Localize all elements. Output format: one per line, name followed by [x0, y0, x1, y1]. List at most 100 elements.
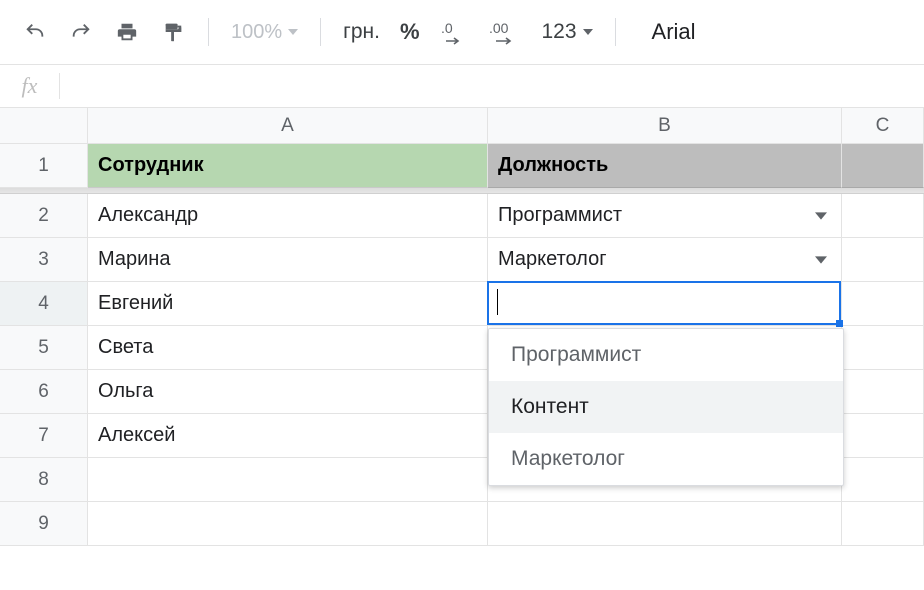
row-header-label: 9 — [38, 513, 49, 535]
cell-c1[interactable] — [842, 144, 924, 188]
row-header[interactable]: 4 — [0, 282, 88, 326]
paint-format-icon — [162, 21, 184, 43]
cell-b3[interactable]: Маркетолог — [488, 238, 842, 282]
dropdown-option[interactable]: Контент — [489, 381, 843, 433]
column-header-label: C — [876, 115, 890, 137]
toolbar: 100% грн. % .0 .00 123 Arial — [0, 0, 924, 64]
formula-bar: fx — [0, 64, 924, 108]
column-header-b[interactable]: B — [488, 108, 842, 144]
dropdown-option[interactable]: Программист — [489, 329, 843, 381]
row-header[interactable]: 6 — [0, 370, 88, 414]
undo-icon — [24, 21, 46, 43]
row-header[interactable]: 2 — [0, 194, 88, 238]
currency-label: грн. — [343, 20, 380, 44]
row-header-label: 2 — [38, 205, 49, 227]
cell-c3[interactable] — [842, 238, 924, 282]
cell-c9[interactable] — [842, 502, 924, 546]
dropdown-option-label: Программист — [511, 343, 641, 366]
row-header-label: 3 — [38, 249, 49, 271]
decrease-decimal-icon: .0 — [440, 19, 468, 45]
cell-c4[interactable] — [842, 282, 924, 326]
column-header-label: A — [281, 115, 294, 137]
cell-value: Должность — [498, 154, 608, 177]
redo-button[interactable] — [64, 15, 98, 49]
svg-text:.00: .00 — [489, 20, 509, 36]
formula-input[interactable] — [60, 65, 924, 107]
format-currency-button[interactable]: грн. — [339, 20, 384, 44]
cell-b1[interactable]: Должность — [488, 144, 842, 188]
cell-b4[interactable] — [488, 282, 842, 326]
dropdown-arrow-icon[interactable] — [815, 254, 827, 266]
more-formats-dropdown[interactable]: 123 — [538, 20, 597, 44]
dropdown-arrow-icon[interactable] — [815, 210, 827, 222]
paint-format-button[interactable] — [156, 15, 190, 49]
column-header-c[interactable]: C — [842, 108, 924, 144]
fx-label: fx — [0, 73, 60, 99]
row-header[interactable]: 9 — [0, 502, 88, 546]
cell-a6[interactable]: Ольга — [88, 370, 488, 414]
cell-c8[interactable] — [842, 458, 924, 502]
toolbar-separator — [320, 18, 321, 46]
toolbar-separator — [208, 18, 209, 46]
column-header-a[interactable]: A — [88, 108, 488, 144]
row-header[interactable]: 5 — [0, 326, 88, 370]
caret-down-icon — [288, 27, 298, 37]
dropdown-option-label: Маркетолог — [511, 447, 625, 470]
cell-a2[interactable]: Александр — [88, 194, 488, 238]
increase-decimal-icon: .00 — [488, 19, 522, 45]
toolbar-separator — [615, 18, 616, 46]
cell-c7[interactable] — [842, 414, 924, 458]
undo-button[interactable] — [18, 15, 52, 49]
cell-c5[interactable] — [842, 326, 924, 370]
zoom-dropdown[interactable]: 100% — [227, 21, 302, 44]
cell-b2[interactable]: Программист — [488, 194, 842, 238]
cell-value: Евгений — [98, 292, 173, 315]
cell-value: Программист — [498, 204, 622, 227]
row-header-label: 5 — [38, 337, 49, 359]
row-header-label: 8 — [38, 469, 49, 491]
select-all-corner[interactable] — [0, 108, 88, 144]
zoom-label: 100% — [231, 21, 282, 44]
cell-b9[interactable] — [488, 502, 842, 546]
decrease-decimal-button[interactable]: .0 — [436, 15, 472, 49]
cell-value: Маркетолог — [498, 248, 607, 271]
data-validation-dropdown[interactable]: Программист Контент Маркетолог — [488, 328, 844, 486]
cell-a1[interactable]: Сотрудник — [88, 144, 488, 188]
cell-value: Алексей — [98, 424, 175, 447]
cell-a7[interactable]: Алексей — [88, 414, 488, 458]
cell-c2[interactable] — [842, 194, 924, 238]
row-header[interactable]: 1 — [0, 144, 88, 188]
dropdown-option-label: Контент — [511, 395, 589, 418]
print-button[interactable] — [110, 15, 144, 49]
cell-a4[interactable]: Евгений — [88, 282, 488, 326]
cell-a8[interactable] — [88, 458, 488, 502]
cell-a5[interactable]: Света — [88, 326, 488, 370]
redo-icon — [70, 21, 92, 43]
cell-value: Ольга — [98, 380, 153, 403]
more-formats-label: 123 — [542, 20, 577, 44]
row-header[interactable]: 7 — [0, 414, 88, 458]
print-icon — [116, 21, 138, 43]
row-header-label: 4 — [38, 293, 49, 315]
cell-value: Александр — [98, 204, 198, 227]
svg-text:.0: .0 — [441, 20, 453, 36]
font-family-dropdown[interactable]: Arial — [634, 19, 700, 45]
caret-down-icon — [583, 27, 593, 37]
row-header[interactable]: 3 — [0, 238, 88, 282]
font-family-label: Arial — [652, 19, 696, 45]
percent-label: % — [400, 19, 420, 45]
cell-a3[interactable]: Марина — [88, 238, 488, 282]
row-header[interactable]: 8 — [0, 458, 88, 502]
dropdown-option[interactable]: Маркетолог — [489, 433, 843, 485]
column-header-label: B — [658, 115, 671, 137]
cell-c6[interactable] — [842, 370, 924, 414]
cell-value: Света — [98, 336, 153, 359]
cell-value: Сотрудник — [98, 154, 204, 177]
format-percent-button[interactable]: % — [396, 19, 424, 45]
row-header-label: 7 — [38, 425, 49, 447]
increase-decimal-button[interactable]: .00 — [484, 15, 526, 49]
cell-value: Марина — [98, 248, 170, 271]
row-header-label: 6 — [38, 381, 49, 403]
row-header-label: 1 — [38, 155, 49, 177]
cell-a9[interactable] — [88, 502, 488, 546]
